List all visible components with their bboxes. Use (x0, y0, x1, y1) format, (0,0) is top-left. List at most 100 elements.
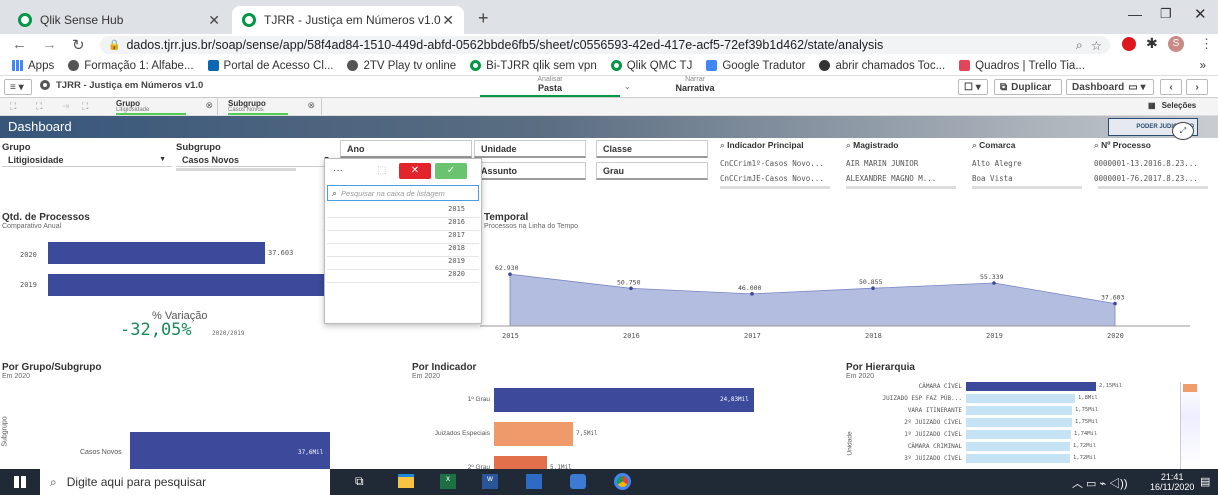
tab-analisar[interactable]: Analisar Pasta (480, 76, 620, 97)
chrome-icon[interactable] (614, 473, 631, 490)
list-item[interactable]: CnCCrim1º-Casos Novo... (720, 159, 840, 168)
bookmark-item[interactable]: Bi-TJRR qlik sem vpn (470, 60, 597, 72)
data-point[interactable] (992, 281, 996, 285)
data-point[interactable] (1113, 301, 1117, 306)
temporal-area-chart[interactable]: 62.930 2015 50.750 2016 46.000 2017 50.855 2018… (470, 234, 1210, 346)
list-item-year[interactable]: 2019 (327, 257, 479, 270)
classe-filter[interactable]: Classe (596, 140, 708, 158)
smart-search-icon[interactable]: ⛶ (10, 101, 16, 112)
clear-selection-icon[interactable]: ⊗ (307, 100, 315, 111)
bar[interactable] (966, 394, 1075, 403)
step-forward-icon[interactable]: ⇥ (62, 101, 70, 112)
restore-icon[interactable]: ❐ (1160, 6, 1172, 22)
ano-filter[interactable]: Ano (340, 140, 472, 158)
list-item[interactable]: CnCCrimJE-Casos Novo... (720, 174, 840, 183)
bookmark-button[interactable]: ☐ ▾ (958, 79, 988, 95)
task-view-icon[interactable]: ⧉ (355, 474, 364, 489)
bookmark-item[interactable]: 2TV Play tv online (347, 60, 456, 72)
step-back-icon[interactable]: ⛶ (36, 101, 42, 112)
back-icon[interactable]: ← (12, 36, 27, 53)
chevron-down-icon[interactable]: ⌄ (624, 82, 631, 91)
cancel-selection-button[interactable]: ✕ (399, 163, 431, 179)
prev-sheet-button[interactable]: ‹ (1160, 79, 1182, 95)
hierarquia-bar-chart[interactable]: CÂMARA CÍVEL 2,15Mil JUIZADO ESP FAZ PÚB..… (846, 382, 1176, 469)
magistrado-header[interactable]: ⌕ Magistrado (846, 140, 966, 151)
bar[interactable] (966, 382, 1096, 391)
list-item-year[interactable]: 2020 (327, 270, 479, 283)
selection-tool-icon[interactable]: ⬚ (377, 165, 386, 176)
selection-chip-subgrupo[interactable]: Subgrupo Casos Novos ⊗ (220, 98, 322, 115)
tab-narrar[interactable]: Narrar Narrativa (640, 76, 750, 97)
bar[interactable] (494, 456, 547, 469)
close-icon[interactable]: ✕ (208, 12, 220, 29)
indicador-header[interactable]: ⌕ Indicador Principal (720, 140, 840, 151)
unidade-filter[interactable]: Unidade (474, 140, 586, 158)
confirm-selection-button[interactable]: ✓ (435, 163, 467, 179)
list-item-year[interactable]: 2015 (327, 205, 479, 218)
menu-icon[interactable]: ⋮ (1200, 36, 1213, 52)
data-point[interactable] (629, 286, 633, 291)
indicador-bar-chart[interactable]: 1º Grau 24,83Mil Juizados Especiais 7,5Mil 2… (412, 380, 792, 469)
new-tab-icon[interactable]: + (478, 8, 489, 29)
tab-qlik-hub[interactable]: Qlik Sense Hub ✕ (8, 6, 230, 34)
more-options-button[interactable]: ··· (333, 165, 343, 176)
data-point[interactable] (750, 292, 754, 296)
bar[interactable] (966, 418, 1072, 427)
bar[interactable] (494, 422, 573, 446)
bar[interactable] (966, 454, 1070, 463)
opera-extension-icon[interactable] (1122, 37, 1136, 51)
list-item[interactable]: 0000001-76.2017.8.23... (1094, 174, 1214, 183)
next-sheet-button[interactable]: › (1186, 79, 1208, 95)
list-item-year[interactable]: 2017 (327, 231, 479, 244)
bookmark-item[interactable]: Quadros | Trello Tia... (959, 60, 1085, 72)
bar[interactable] (966, 406, 1072, 415)
window-close-icon[interactable]: ✕ (1194, 5, 1207, 23)
tray-icons[interactable]: ︿ ▭ ⌁ ◁)) (1072, 475, 1128, 491)
extensions-icon[interactable]: ✱ (1146, 35, 1158, 52)
minimize-icon[interactable]: — (1128, 6, 1142, 22)
dashboard-sheet-button[interactable]: Dashboard ▭ ▾ (1066, 79, 1154, 95)
windows-start-icon[interactable] (14, 476, 26, 488)
duplicar-button[interactable]: ⧉ Duplicar (994, 79, 1062, 95)
comarca-header[interactable]: ⌕ Comarca (972, 140, 1082, 151)
list-item-year[interactable]: 2016 (327, 218, 479, 231)
bookmark-item[interactable]: Google Tradutor (706, 60, 805, 72)
subgrupo-dropdown[interactable]: Casos Novos▼ (176, 153, 336, 167)
bar[interactable] (494, 388, 754, 412)
bookmark-item[interactable]: Qlik QMC TJ (610, 60, 692, 72)
grau-filter[interactable]: Grau (596, 162, 708, 180)
excel-icon[interactable]: x (440, 474, 456, 489)
clock[interactable]: 21:41 16/11/2020 (1150, 472, 1194, 492)
processo-header[interactable]: ⌕ Nº Processo (1094, 140, 1214, 151)
bookmark-item[interactable]: Portal de Acesso Cl... (207, 60, 333, 72)
selecoes-button[interactable]: ▦ Seleções (1148, 101, 1196, 110)
file-explorer-icon[interactable] (398, 474, 414, 488)
expand-icon[interactable]: ⤢ (1172, 122, 1194, 140)
list-item[interactable]: Boa Vista (972, 174, 1082, 183)
clear-selection-icon[interactable]: ⊗ (205, 100, 213, 111)
forward-icon[interactable]: → (42, 36, 57, 53)
list-item-year[interactable]: 2018 (327, 244, 479, 257)
more-bookmarks-icon[interactable]: » (1200, 60, 1206, 72)
listbox-search-input[interactable]: ⌕ Pesquisar na caixa de listagem (327, 185, 479, 201)
reload-icon[interactable]: ↻ (72, 36, 85, 54)
selection-chip-grupo[interactable]: Grupo Litigiosidade ⊗ (100, 98, 218, 115)
notifications-icon[interactable]: ▤ (1200, 475, 1210, 488)
taskbar-search-input[interactable]: ⌕ Digite aqui para pesquisar (40, 469, 330, 495)
bookmark-item[interactable]: Formação 1: Alfabe... (68, 60, 194, 72)
zoom-icon[interactable]: ⌕ (1076, 38, 1083, 53)
word-icon[interactable]: w (482, 474, 498, 489)
bar[interactable] (966, 430, 1071, 439)
profile-avatar[interactable]: S (1168, 36, 1184, 52)
bookmark-apps[interactable]: Apps (12, 60, 54, 72)
mini-chart-scrollbar[interactable] (1180, 382, 1200, 469)
tab-tjrr[interactable]: TJRR - Justiça em Números v1.0 - ✕ (232, 6, 464, 34)
list-item[interactable]: AIR MARIN JUNIOR (846, 159, 966, 168)
hamburger-menu-button[interactable]: ≡ ▾ (4, 79, 32, 95)
bookmark-item[interactable]: abrir chamados Toc... (819, 60, 945, 72)
assunto-filter[interactable]: Assunto (474, 162, 586, 180)
grupo-dropdown[interactable]: Litigiosidade ▼ (2, 153, 172, 167)
close-icon[interactable]: ✕ (442, 12, 454, 29)
data-point[interactable] (871, 286, 875, 291)
data-point[interactable] (508, 272, 512, 277)
